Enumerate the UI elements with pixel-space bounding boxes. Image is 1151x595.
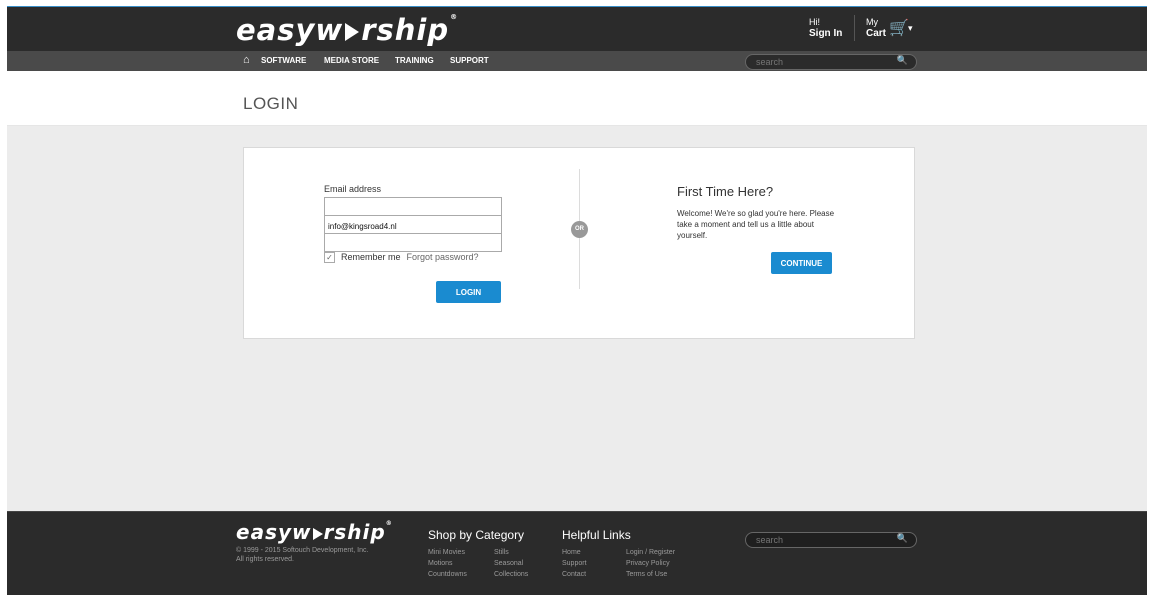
site-header: easyw rship® Hi! Sign In My Cart 🛒 ▾: [7, 6, 1147, 51]
footer-link-home[interactable]: Home: [562, 549, 581, 556]
password-field[interactable]: [325, 237, 501, 252]
first-time-title: First Time Here?: [677, 184, 774, 199]
main-nav: ⌂ SOFTWARE MEDIA STORE TRAINING SUPPORT …: [7, 51, 1147, 71]
footer-link-seasonal[interactable]: Seasonal: [494, 560, 523, 567]
page: easyw rship® Hi! Sign In My Cart 🛒 ▾ ⌂ SO…: [7, 6, 1147, 595]
copyright: © 1999 - 2015 Softouch Development, Inc.…: [236, 546, 416, 564]
nav-item-media-store[interactable]: MEDIA STORE: [324, 56, 379, 65]
easyworship-logo[interactable]: easyw rship®: [236, 13, 458, 47]
footer-link-login-register[interactable]: Login / Register: [626, 549, 675, 556]
play-icon: [345, 23, 360, 41]
or-badge: OR: [571, 221, 588, 238]
cart-label-line2: Cart: [866, 28, 887, 39]
copyright-line2: All rights reserved.: [236, 556, 294, 563]
forgot-password-link[interactable]: Forgot password?: [407, 252, 479, 262]
cart-icon[interactable]: 🛒: [889, 18, 909, 38]
home-icon[interactable]: ⌂: [243, 54, 250, 66]
header-divider: [854, 15, 855, 41]
footer-search-input[interactable]: [754, 534, 888, 546]
nav-item-software[interactable]: SOFTWARE: [261, 56, 306, 65]
footer-link-collections[interactable]: Collections: [494, 571, 528, 578]
content-area: Email address ✓ Remember me Forgot passwor…: [7, 126, 1147, 511]
email-label: Email address: [324, 184, 382, 194]
email-field[interactable]: [325, 201, 501, 216]
copyright-line1: © 1999 - 2015 Softouch Development, Inc.: [236, 547, 369, 554]
cart-link[interactable]: My Cart: [866, 17, 886, 39]
footer-link-motions[interactable]: Motions: [428, 560, 453, 567]
search-icon[interactable]: 🔍: [897, 533, 908, 544]
play-icon: [312, 527, 323, 540]
login-button[interactable]: LOGIN: [436, 281, 501, 303]
header-search-input[interactable]: [754, 56, 888, 68]
remember-row: ✓ Remember me Forgot password?: [324, 252, 479, 264]
nav-item-support[interactable]: SUPPORT: [450, 56, 489, 65]
shop-by-category-title: Shop by Category: [428, 528, 525, 542]
page-title: LOGIN: [243, 94, 299, 113]
first-time-text: Welcome! We're so glad you're here. Plea…: [677, 209, 835, 240]
footer-link-contact[interactable]: Contact: [562, 571, 586, 578]
footer-link-terms-of-use[interactable]: Terms of Use: [626, 571, 667, 578]
email-field-box: [324, 197, 502, 216]
continue-button[interactable]: CONTINUE: [771, 252, 832, 274]
sign-in-label: Sign In: [809, 28, 843, 39]
autofill-email-option[interactable]: [325, 219, 501, 234]
footer-link-support[interactable]: Support: [562, 560, 587, 567]
search-icon[interactable]: 🔍: [897, 55, 908, 66]
remember-label: Remember me: [341, 252, 401, 262]
login-card: Email address ✓ Remember me Forgot passwor…: [243, 147, 915, 339]
user-greeting: Hi!: [809, 17, 820, 27]
remember-checkbox[interactable]: ✓: [324, 252, 335, 264]
footer-link-privacy-policy[interactable]: Privacy Policy: [626, 560, 670, 567]
footer-search: 🔍: [745, 532, 917, 548]
sign-in-link[interactable]: Hi! Sign In: [809, 17, 842, 39]
helpful-links-title: Helpful Links: [562, 528, 631, 542]
nav-item-training[interactable]: TRAINING: [395, 56, 434, 65]
site-footer: easyw rship® © 1999 - 2015 Softouch Devel…: [7, 511, 1147, 595]
chevron-down-icon[interactable]: ▾: [908, 23, 913, 34]
footer-link-countdowns[interactable]: Countdowns: [428, 571, 467, 578]
footer-link-mini-movies[interactable]: Mini Movies: [428, 549, 465, 556]
footer-logo[interactable]: easyw rship®: [236, 520, 393, 544]
header-search: 🔍: [745, 54, 917, 70]
autofill-suggestion[interactable]: [324, 215, 502, 234]
page-title-band: LOGIN: [7, 71, 1147, 126]
cart-label-line1: My: [866, 17, 878, 27]
footer-link-stills[interactable]: Stills: [494, 549, 509, 556]
password-field-box: [324, 233, 502, 252]
